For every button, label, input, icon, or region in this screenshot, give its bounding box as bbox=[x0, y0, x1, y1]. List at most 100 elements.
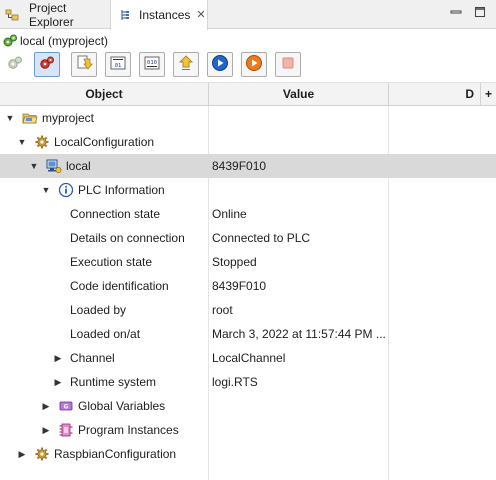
tree-label: Runtime system bbox=[70, 375, 157, 389]
tree-row-program-instances[interactable]: ▶ Program Instances bbox=[0, 418, 496, 442]
tree-row-loaded-by[interactable]: Loaded by root bbox=[0, 298, 496, 322]
tree-value bbox=[212, 442, 387, 466]
instances-tree: ▼ myproject ▼ LocalConfiguration ▼ local… bbox=[0, 106, 496, 466]
tree-row-connection-state[interactable]: Connection state Online bbox=[0, 202, 496, 226]
svg-text:010: 010 bbox=[147, 60, 157, 66]
tree-label: PLC Information bbox=[78, 183, 165, 197]
expand-toggle-icon[interactable]: ▶ bbox=[16, 448, 28, 460]
tree-row-plc-information[interactable]: ▼ PLC Information bbox=[0, 178, 496, 202]
resource-computer-icon bbox=[46, 158, 62, 174]
instances-icon bbox=[118, 7, 134, 23]
program-instances-icon bbox=[58, 422, 74, 438]
upload-button[interactable] bbox=[173, 52, 199, 77]
configuration-gear-icon bbox=[34, 134, 50, 150]
tree-row-code-identification[interactable]: Code identification 8439F010 bbox=[0, 274, 496, 298]
expand-toggle-icon[interactable]: ▼ bbox=[40, 184, 52, 196]
download-arrow-icon bbox=[75, 54, 93, 75]
binary-icon: 010 bbox=[143, 54, 161, 75]
folder-icon bbox=[22, 110, 38, 126]
tree-value: Connected to PLC bbox=[212, 231, 311, 245]
gears-green-icon bbox=[2, 33, 18, 49]
add-column-button[interactable]: + bbox=[481, 83, 496, 105]
tree-value: Stopped bbox=[212, 255, 257, 269]
svg-text:G: G bbox=[64, 404, 69, 411]
run-orange-button[interactable] bbox=[241, 52, 267, 77]
tab-instances[interactable]: Instances ✕ bbox=[110, 0, 208, 30]
column-header-value[interactable]: Value bbox=[209, 83, 389, 105]
svg-text:01: 01 bbox=[115, 63, 122, 69]
tab-label: Instances bbox=[139, 8, 191, 22]
expand-toggle-icon[interactable]: ▼ bbox=[28, 160, 40, 172]
tree-label: Loaded on/at bbox=[70, 327, 141, 341]
expand-toggle-icon[interactable]: ▼ bbox=[16, 136, 28, 148]
tab-label: Project Explorer bbox=[29, 0, 74, 29]
tree-value: 8439F010 bbox=[212, 159, 267, 173]
tree-value: root bbox=[212, 303, 233, 317]
expand-toggle-icon[interactable]: ▼ bbox=[4, 112, 16, 124]
run-button[interactable] bbox=[207, 52, 233, 77]
tree-label: Details on connection bbox=[70, 231, 185, 245]
tree-label: Loaded by bbox=[70, 303, 127, 317]
project-explorer-icon bbox=[4, 7, 20, 23]
view-title-label: local (myproject) bbox=[20, 34, 109, 48]
expand-toggle-icon[interactable]: ▶ bbox=[40, 424, 52, 436]
expand-toggle-icon[interactable]: ▶ bbox=[52, 352, 64, 364]
tree-label: Global Variables bbox=[78, 399, 166, 413]
download-button[interactable] bbox=[71, 52, 97, 77]
tree-value: Online bbox=[212, 207, 247, 221]
tree-label: Channel bbox=[70, 351, 115, 365]
binary-download-button[interactable]: 010 bbox=[139, 52, 165, 77]
tree-label: RaspbianConfiguration bbox=[54, 447, 177, 461]
view-tab-bar: Project Explorer Instances ✕ bbox=[0, 0, 496, 30]
info-icon bbox=[58, 182, 74, 198]
tree-row-myproject[interactable]: ▼ myproject bbox=[0, 106, 496, 130]
connect-button[interactable] bbox=[34, 52, 60, 77]
tree-row-channel[interactable]: ▶ Channel LocalChannel bbox=[0, 346, 496, 370]
tree-row-global-variables[interactable]: ▶ G Global Variables bbox=[0, 394, 496, 418]
tree-value bbox=[212, 418, 387, 442]
column-header-d[interactable]: D bbox=[389, 83, 481, 105]
tree-label: Code identification bbox=[70, 279, 169, 293]
tree-label: Execution state bbox=[70, 255, 153, 269]
tree-value: March 3, 2022 at 11:57:44 PM ... bbox=[212, 327, 386, 341]
table-header: Object Value D + bbox=[0, 82, 496, 106]
minimize-icon[interactable] bbox=[450, 6, 462, 18]
tree-value bbox=[212, 178, 387, 202]
upload-arrow-icon bbox=[177, 54, 195, 75]
tree-label: Program Instances bbox=[78, 423, 179, 437]
tree-row-details-on-connection[interactable]: Details on connection Connected to PLC bbox=[0, 226, 496, 250]
binary-upload-button[interactable]: 01 bbox=[105, 52, 131, 77]
close-icon[interactable]: ✕ bbox=[196, 9, 205, 21]
refresh-instances-button[interactable] bbox=[2, 52, 28, 77]
tree-row-loaded-on-at[interactable]: Loaded on/at March 3, 2022 at 11:57:44 P… bbox=[0, 322, 496, 346]
tree-row-execution-state[interactable]: Execution state Stopped bbox=[0, 250, 496, 274]
tree-row-raspbian-configuration[interactable]: ▶ RaspbianConfiguration bbox=[0, 442, 496, 466]
tree-row-local-configuration[interactable]: ▼ LocalConfiguration bbox=[0, 130, 496, 154]
tab-project-explorer[interactable]: Project Explorer bbox=[0, 0, 110, 29]
tree-label: myproject bbox=[42, 111, 95, 125]
column-header-object[interactable]: Object bbox=[0, 83, 209, 105]
tree-value bbox=[212, 106, 387, 130]
expand-toggle-icon[interactable]: ▶ bbox=[40, 400, 52, 412]
instances-toolbar: 01 010 bbox=[0, 52, 496, 78]
binary-icon: 01 bbox=[109, 54, 127, 75]
global-variables-icon: G bbox=[58, 398, 74, 414]
tree-value bbox=[212, 130, 387, 154]
maximize-icon[interactable] bbox=[474, 6, 486, 18]
tree-value: 8439F010 bbox=[212, 279, 267, 293]
play-orange-icon bbox=[245, 54, 263, 75]
tree-value: LocalChannel bbox=[212, 351, 286, 365]
tree-row-runtime-system[interactable]: ▶ Runtime system logi.RTS bbox=[0, 370, 496, 394]
tree-value: logi.RTS bbox=[212, 375, 258, 389]
configuration-gear-icon bbox=[34, 446, 50, 462]
tree-label: Connection state bbox=[70, 207, 161, 221]
tree-label: local bbox=[66, 159, 91, 173]
gears-red-icon bbox=[38, 54, 56, 75]
tree-label: LocalConfiguration bbox=[54, 135, 155, 149]
tree-row-local[interactable]: ▼ local 8439F010 bbox=[0, 154, 496, 178]
stop-icon bbox=[279, 54, 297, 75]
stop-button[interactable] bbox=[275, 52, 301, 77]
tree-value bbox=[212, 394, 387, 418]
view-title: local (myproject) bbox=[0, 32, 108, 50]
expand-toggle-icon[interactable]: ▶ bbox=[52, 376, 64, 388]
